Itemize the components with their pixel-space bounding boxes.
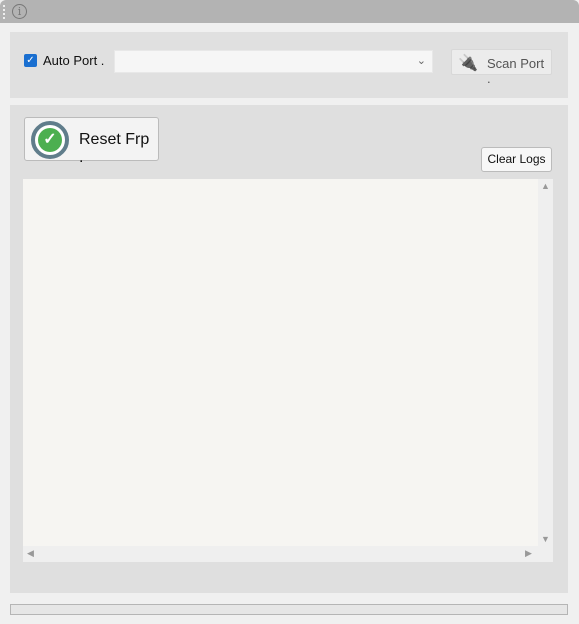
- title-bar: i: [0, 0, 579, 23]
- log-textarea[interactable]: [23, 179, 538, 546]
- clear-logs-button[interactable]: Clear Logs: [481, 147, 552, 172]
- check-circle-icon: ✓: [31, 121, 69, 159]
- plug-icon: 🔌: [458, 55, 478, 72]
- vertical-scrollbar[interactable]: ▲ ▼: [538, 179, 553, 546]
- scroll-down-icon[interactable]: ▼: [541, 534, 550, 544]
- auto-port-label: Auto Port .: [43, 53, 105, 68]
- scan-port-label: Scan Port .: [487, 56, 545, 86]
- info-icon[interactable]: i: [12, 4, 27, 19]
- reset-frp-label: Reset Frp .: [79, 131, 150, 166]
- port-select[interactable]: ⌄: [114, 50, 433, 73]
- scroll-left-icon[interactable]: ◀: [27, 548, 34, 559]
- chevron-down-icon: ⌄: [416, 55, 426, 67]
- reset-frp-button[interactable]: ✓ Reset Frp .: [24, 117, 159, 166]
- drag-grip-icon[interactable]: [3, 5, 5, 19]
- horizontal-scrollbar[interactable]: ◀ ▶: [23, 546, 553, 562]
- scroll-up-icon[interactable]: ▲: [541, 181, 550, 191]
- progress-bar: [10, 604, 568, 615]
- auto-port-checkbox[interactable]: ✓: [24, 54, 37, 67]
- scan-port-button[interactable]: 🔌 Scan Port .: [451, 49, 552, 86]
- scroll-right-icon[interactable]: ▶: [525, 548, 532, 559]
